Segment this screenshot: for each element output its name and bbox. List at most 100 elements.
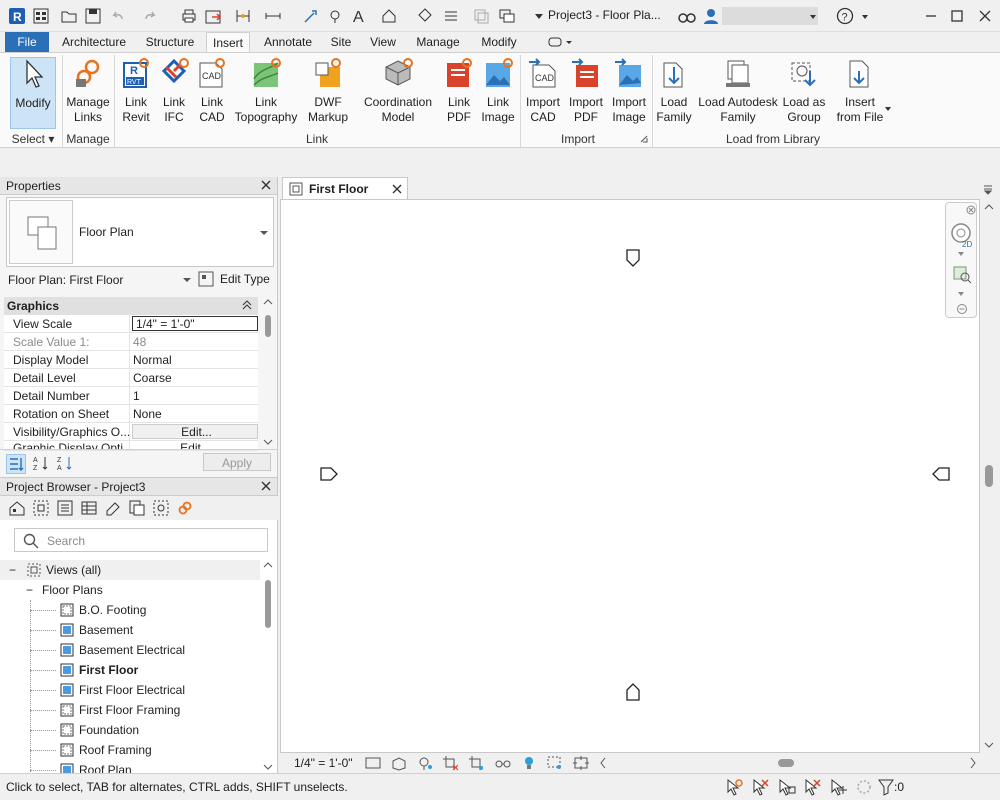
tab-modify[interactable]: Modify <box>474 32 524 52</box>
tab-menu-icon[interactable] <box>982 183 994 195</box>
tab-architecture[interactable]: Architecture <box>54 32 134 52</box>
measure-icon[interactable] <box>234 7 252 25</box>
instance-dropdown-icon[interactable] <box>182 275 192 285</box>
views-filter-icon[interactable] <box>32 499 50 517</box>
tab-insert[interactable]: Insert <box>206 32 250 52</box>
tree-view-item[interactable]: B.O. Footing <box>0 600 260 620</box>
modify-button[interactable]: Modify <box>10 57 56 129</box>
families-icon[interactable] <box>128 499 146 517</box>
type-dropdown-icon[interactable] <box>259 228 269 238</box>
sun-path-icon[interactable] <box>416 755 434 771</box>
show-analytical-model-icon[interactable] <box>572 755 590 771</box>
tree-view-item[interactable]: Foundation <box>0 720 260 740</box>
wheel-dropdown-icon[interactable] <box>956 251 966 257</box>
load-autodesk-family-button[interactable]: Load Autodesk Family <box>696 57 780 129</box>
tab-view[interactable]: View <box>366 32 400 52</box>
drawing-canvas[interactable]: 2D <box>280 199 980 753</box>
switch-windows-icon[interactable] <box>498 7 516 25</box>
export-icon[interactable] <box>204 7 222 25</box>
select-by-face-icon[interactable] <box>802 778 822 796</box>
binoculars-icon[interactable] <box>678 7 696 25</box>
insert-from-file-button[interactable]: Insert from File <box>832 57 888 129</box>
dwf-markup-button[interactable]: DWF Markup <box>302 57 354 129</box>
hscroll-left-icon[interactable] <box>598 755 608 771</box>
tree-view-item[interactable]: First Floor Electrical <box>0 680 260 700</box>
browser-close-icon[interactable] <box>260 480 272 492</box>
crop-view-icon[interactable] <box>442 755 460 771</box>
redo-icon[interactable] <box>142 7 160 25</box>
link-cad-button[interactable]: CAD Link CAD <box>194 57 230 129</box>
tab-structure[interactable]: Structure <box>140 32 200 52</box>
tree-floor-plans[interactable]: − Floor Plans <box>0 580 260 600</box>
load-family-button[interactable]: Load Family <box>654 57 694 129</box>
prop-display-model[interactable]: Display Model Normal <box>4 351 258 369</box>
elevation-marker-south[interactable] <box>625 682 641 702</box>
temporary-view-properties-icon[interactable] <box>546 755 564 771</box>
view-scale-input[interactable]: 1/4" = 1'-0" <box>132 316 258 331</box>
print-icon[interactable] <box>180 7 198 25</box>
tab-file[interactable]: File <box>5 32 49 52</box>
navbar-options-icon[interactable] <box>956 303 968 315</box>
user-dropdown-icon[interactable] <box>804 7 822 25</box>
zoom-dropdown-icon[interactable] <box>956 291 966 297</box>
section-icon[interactable] <box>416 7 434 25</box>
minimize-button[interactable] <box>920 6 942 26</box>
sort-by-group-icon[interactable] <box>6 454 26 474</box>
close-hidden-icon[interactable] <box>472 7 490 25</box>
elevation-marker-north[interactable] <box>625 248 641 268</box>
sheets-icon[interactable] <box>104 499 122 517</box>
close-button[interactable] <box>974 6 996 26</box>
background-processes-icon[interactable] <box>854 778 874 796</box>
help-dropdown-icon[interactable] <box>856 7 874 25</box>
browser-home-icon[interactable] <box>8 499 26 517</box>
elevation-marker-east[interactable] <box>929 466 951 482</box>
groups-icon[interactable] <box>152 499 170 517</box>
type-selector[interactable]: Floor Plan <box>6 197 274 267</box>
undo-icon[interactable] <box>108 7 126 25</box>
zoom-region-icon[interactable] <box>952 265 972 285</box>
collapse-icon[interactable]: − <box>9 560 16 580</box>
select-underlay-icon[interactable] <box>750 778 770 796</box>
load-as-group-button[interactable]: Load as Group <box>782 57 826 129</box>
3d-view-icon[interactable] <box>380 7 398 25</box>
tab-manage[interactable]: Manage <box>410 32 466 52</box>
detail-icon[interactable] <box>326 7 344 25</box>
apply-button[interactable]: Apply <box>203 453 271 471</box>
tree-view-item[interactable]: First Floor Framing <box>0 700 260 720</box>
view-tab-first-floor[interactable]: First Floor <box>282 177 408 199</box>
prop-view-scale[interactable]: View Scale 1/4" = 1'-0" <box>4 315 258 333</box>
import-dialog-launcher-icon[interactable] <box>640 135 648 143</box>
browser-scrollbar[interactable] <box>262 560 274 772</box>
properties-scrollbar[interactable] <box>262 297 274 447</box>
hscroll-right-icon[interactable] <box>968 755 978 771</box>
thin-lines-icon[interactable] <box>442 7 460 25</box>
select-pinned-icon[interactable] <box>776 778 796 796</box>
select-links-icon[interactable] <box>724 778 744 796</box>
import-cad-button[interactable]: CAD Import CAD <box>522 57 564 129</box>
tree-view-item[interactable]: Basement <box>0 620 260 640</box>
canvas-vertical-scrollbar[interactable] <box>980 199 998 753</box>
revit-links-icon[interactable] <box>176 499 194 517</box>
dimension-icon[interactable] <box>264 7 282 25</box>
instance-filter[interactable]: Floor Plan: First Floor <box>6 271 194 289</box>
tab-site[interactable]: Site <box>324 32 358 52</box>
tree-views-all[interactable]: − Views (all) <box>0 560 260 580</box>
prop-detail-number[interactable]: Detail Number 1 <box>4 387 258 405</box>
text-icon[interactable]: A <box>350 7 368 25</box>
drag-on-selection-icon[interactable] <box>828 778 848 796</box>
link-revit-button[interactable]: RVT R Link Revit <box>116 57 156 129</box>
prop-visibility-graphics[interactable]: Visibility/Graphics O... Edit... <box>4 423 258 441</box>
help-icon[interactable]: ? <box>836 7 854 25</box>
legends-icon[interactable] <box>56 499 74 517</box>
sort-ascending-icon[interactable]: AZ <box>32 454 52 474</box>
detail-level-icon[interactable] <box>364 755 382 771</box>
browser-search-input[interactable]: Search <box>14 528 268 552</box>
prop-rotation-on-sheet[interactable]: Rotation on Sheet None <box>4 405 258 423</box>
schedules-icon[interactable] <box>80 499 98 517</box>
link-image-button[interactable]: Link Image <box>478 57 518 129</box>
open-folder-icon[interactable] <box>60 7 78 25</box>
coordination-model-button[interactable]: Coordination Model <box>358 57 438 129</box>
group-graphics[interactable]: Graphics <box>4 297 258 315</box>
prop-detail-level[interactable]: Detail Level Coarse <box>4 369 258 387</box>
tab-annotate[interactable]: Annotate <box>258 32 318 52</box>
